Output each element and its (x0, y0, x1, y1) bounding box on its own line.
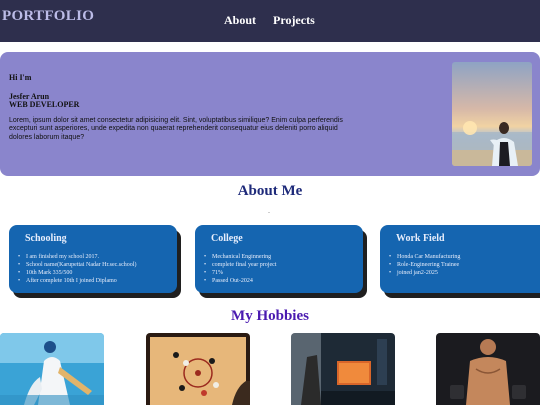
profile-photo (452, 62, 532, 166)
navbar: PORTFOLIO About Projects (0, 0, 540, 42)
nav-link-projects[interactable]: Projects (273, 13, 315, 28)
brand-logo[interactable]: PORTFOLIO (2, 8, 94, 25)
hero-role: WEB DEVELOPER (9, 100, 80, 109)
list-item: I am finished my school 2017. (17, 253, 136, 261)
nav-link-about[interactable]: About (224, 13, 256, 28)
card-title: College (211, 233, 243, 244)
divider-dot (268, 212, 270, 213)
card-list: Mechanical Enginnering complete final ye… (203, 253, 276, 285)
list-item: Honda Car Manufacturing (388, 253, 460, 261)
hobby-image-cricket (0, 333, 104, 405)
card-work-field: Work Field Honda Car Manufacturing Role-… (380, 225, 540, 293)
list-item: School name(Karupettai Nadar Hr.sec.scho… (17, 261, 136, 269)
card-title: Schooling (25, 233, 67, 244)
list-item: After complete 10th I joined Diplamo (17, 277, 136, 285)
card-list: I am finished my school 2017. School nam… (17, 253, 136, 285)
hobby-image-fitness (436, 333, 540, 405)
card-list: Honda Car Manufacturing Role-Engineering… (388, 253, 460, 277)
hero-bio: Lorem, ipsum dolor sit amet consectetur … (9, 117, 343, 141)
list-item: complete final year project (203, 261, 276, 269)
list-item: 71% (203, 269, 276, 277)
hobby-image-gaming (291, 333, 395, 405)
card-schooling: Schooling I am finished my school 2017. … (9, 225, 177, 293)
list-item: Mechanical Enginnering (203, 253, 276, 261)
list-item: joined jan2-2025 (388, 269, 460, 277)
about-title: About Me (237, 183, 303, 199)
hobbies-title: My Hobbies (231, 308, 309, 324)
card-college: College Mechanical Enginnering complete … (195, 225, 363, 293)
list-item: Role-Engineering Trainee (388, 261, 460, 269)
list-item: 10th Mark 335/500 (17, 269, 136, 277)
list-item: Passed Out-2024 (203, 277, 276, 285)
card-title: Work Field (396, 233, 445, 244)
hero-greeting: Hi I'm (9, 73, 32, 82)
hobby-image-carrom (146, 333, 250, 405)
